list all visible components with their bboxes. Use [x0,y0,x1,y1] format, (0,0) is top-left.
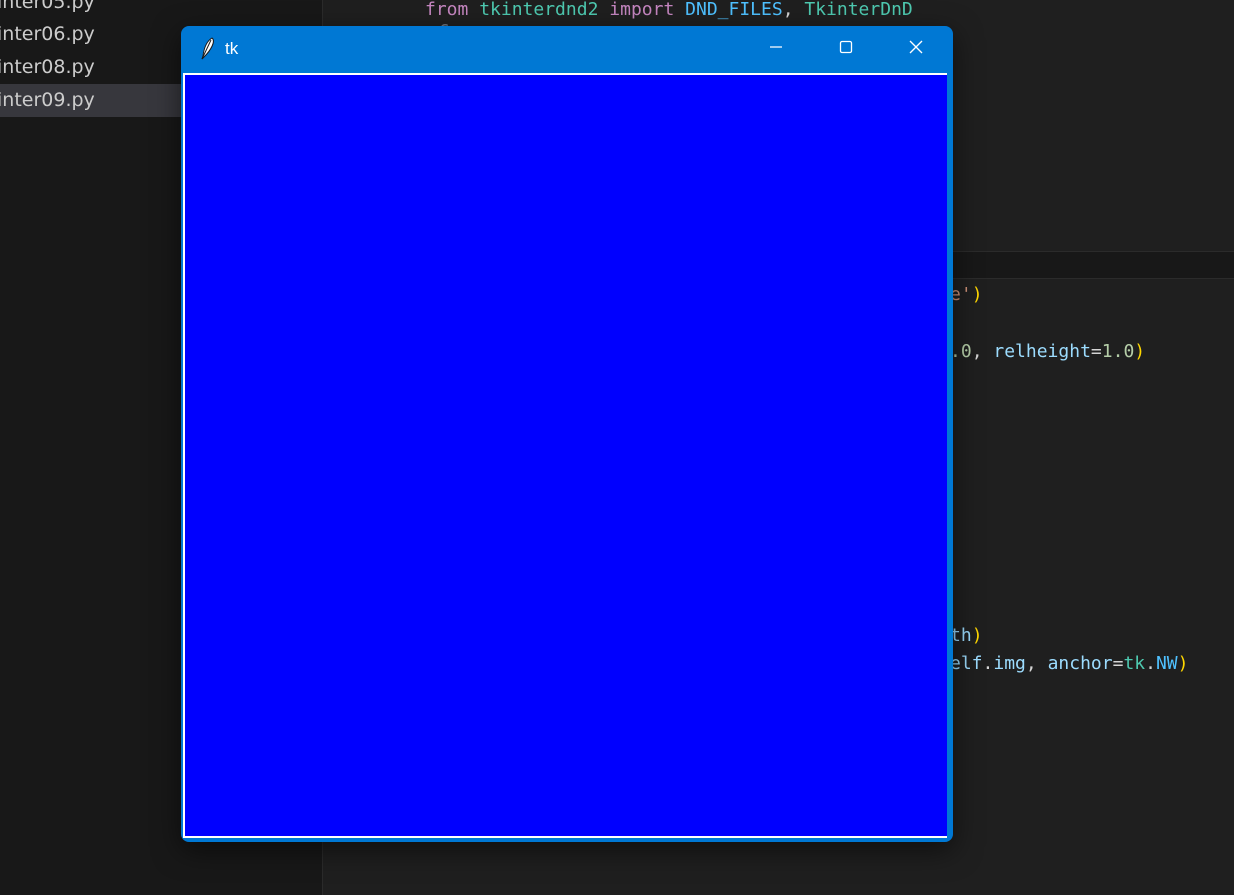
close-button[interactable] [881,26,951,72]
code-fragment: elf.img, anchor=tk.NW) [950,653,1189,674]
close-icon [908,39,924,59]
file-name: inter08.py [0,56,95,78]
file-name: inter05.py [0,0,95,13]
minimize-icon [768,39,784,59]
window-title: tk [225,39,239,58]
maximize-icon [838,39,854,59]
feather-icon [197,37,217,61]
file-item-inter05[interactable]: inter05.py [0,0,322,19]
file-name: inter06.py [0,23,95,45]
code-fragment: e') [950,284,983,305]
code-fragment: th) [950,625,983,646]
window-client-area [183,73,947,838]
code-line-import: from tkinterdnd2 import DND_FILES, Tkint… [425,0,913,20]
minimize-button[interactable] [741,26,811,72]
file-name: inter09.py [0,89,95,111]
desktop: inter05.py inter06.py inter08.py inter09… [0,0,1234,895]
blue-canvas[interactable] [185,75,947,836]
title-bar[interactable]: tk [181,26,953,72]
tk-window[interactable]: tk [181,26,953,842]
code-fragment: .0, relheight=1.0) [950,341,1146,362]
maximize-button[interactable] [811,26,881,72]
